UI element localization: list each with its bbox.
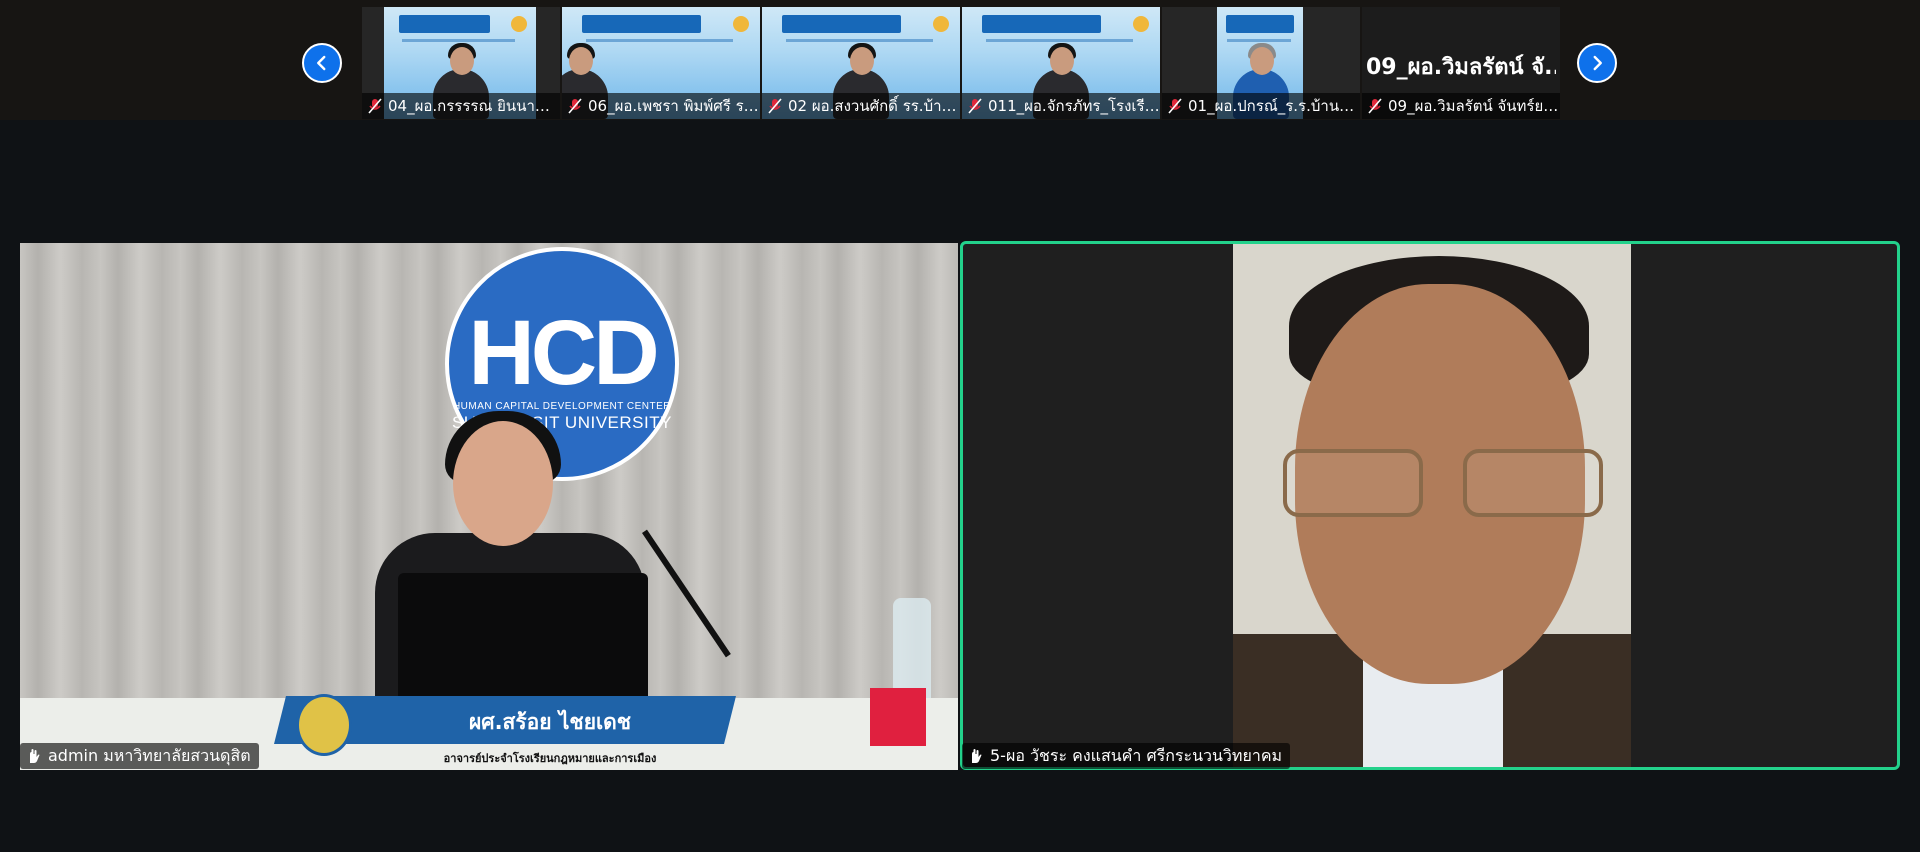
filmstrip-next-button[interactable] <box>1577 43 1617 83</box>
red-box <box>870 688 926 746</box>
participant-camera <box>1233 244 1631 767</box>
participant-tile[interactable]: 01_ผอ.ปกรณ์_ร.ร.บ้านสว้า <box>1162 7 1360 119</box>
participant-tile[interactable]: 06_ผอ.เพชรา พิมพ์ศรี ร.ร... <box>562 7 760 119</box>
participant-tile[interactable]: 02 ผอ.สงวนศักดิ์ รร.บ้านโ... <box>762 7 960 119</box>
participant-tile[interactable]: 011_ผอ.จักรภัทร_โรงเรีย... <box>962 7 1160 119</box>
mic-muted-icon <box>368 98 382 114</box>
main-video-right-active-speaker[interactable] <box>960 241 1900 770</box>
glasses <box>1283 449 1603 519</box>
mic-muted-icon <box>968 98 982 114</box>
university-emblem-icon <box>296 694 352 756</box>
filmstrip-prev-button[interactable] <box>302 43 342 83</box>
participant-name-label: 06_ผอ.เพชรา พิมพ์ศรี ร.ร... <box>562 93 760 119</box>
main-right-name-label: 5-ผอ วัชระ คงแสนคำ ศรีกระนวนวิทยาคม <box>962 743 1291 769</box>
mic-muted-icon <box>1168 98 1182 114</box>
chevron-left-icon <box>317 55 326 71</box>
nameplate: ผศ.สร้อย ไชยเดช อาจารย์ประจำโรงเรียนกฎหม… <box>274 686 736 770</box>
mic-muted-icon <box>1368 98 1382 114</box>
participant-name-label: 04_ผอ.กรรรรณ ยินนาน_... <box>362 93 560 119</box>
participant-name-label: 09_ผอ.วิมลรัตน์ จันทร์ยาง... <box>1362 93 1560 119</box>
main-video-left[interactable]: HCD HUMAN CAPITAL DEVELOPMENT CENTER SUA… <box>20 243 958 770</box>
participant-name-label: 011_ผอ.จักรภัทร_โรงเรีย... <box>962 93 1160 119</box>
participant-tile[interactable]: 09_ผอ.วิมลรัตน์ จั... 09_ผอ.วิมลรัตน์ จั… <box>1362 7 1560 119</box>
hand-icon <box>30 749 40 763</box>
mic-muted-icon <box>768 98 782 114</box>
participant-name-label: 01_ผอ.ปกรณ์_ร.ร.บ้านสว้า <box>1162 93 1360 119</box>
participant-tile[interactable]: 04_ผอ.กรรรรณ ยินนาน_... <box>362 7 560 119</box>
mic-muted-icon <box>568 98 582 114</box>
filmstrip: 04_ผอ.กรรรรณ ยินนาน_... 06_ผอ.เพชรา พิมพ… <box>362 7 1560 119</box>
participant-big-name: 09_ผอ.วิมลรัตน์ จั... <box>1366 55 1556 80</box>
participant-name-label: 02 ผอ.สงวนศักดิ์ รร.บ้านโ... <box>762 93 960 119</box>
main-left-name-label: admin มหาวิทยาลัยสวนดุสิต <box>20 743 259 769</box>
chevron-right-icon <box>1593 55 1602 71</box>
hand-icon <box>972 749 982 763</box>
